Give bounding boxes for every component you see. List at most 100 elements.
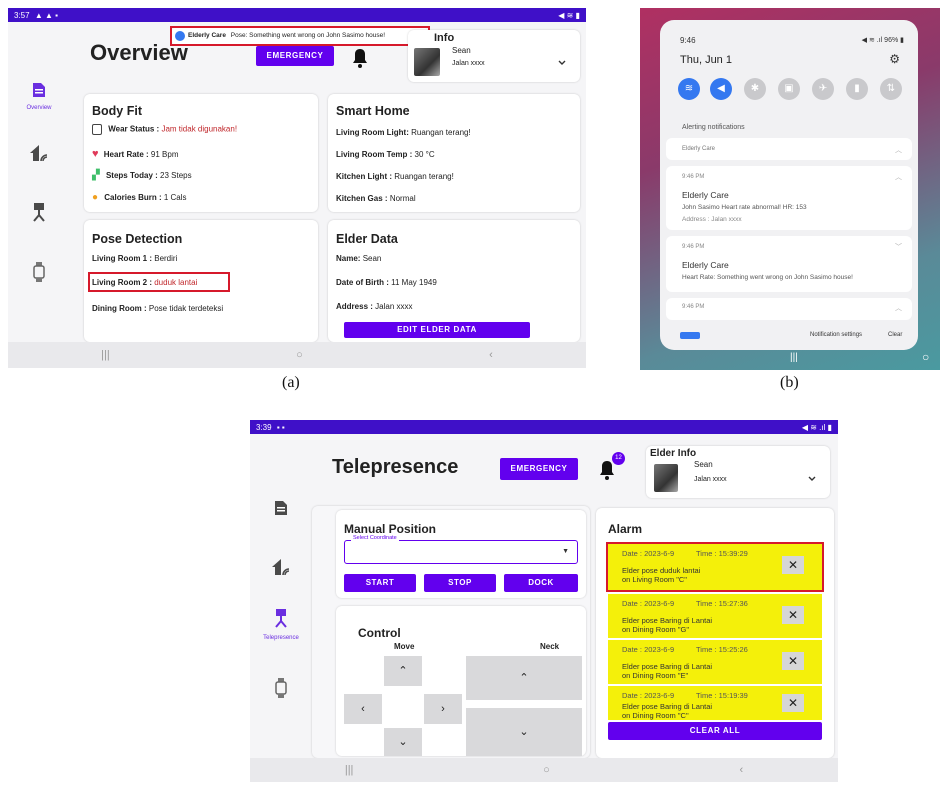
notification-item[interactable]: 9:46 PM ︿ bbox=[666, 298, 912, 320]
heart-rate-row: ♥ Heart Rate : 91 Bpm bbox=[92, 148, 178, 160]
chevron-up-icon[interactable]: ︿ bbox=[895, 145, 902, 155]
status-bar: 3:39 ▪ ▪ ◀ ≋ .ıl ▮ bbox=[250, 420, 838, 434]
chevron-up-icon[interactable]: ︿ bbox=[895, 172, 902, 182]
data-transfer-icon[interactable]: ⇅ bbox=[880, 78, 902, 100]
sound-mute-icon[interactable]: ◀ bbox=[710, 78, 732, 100]
lr-temp-label: Living Room Temp : bbox=[336, 150, 413, 159]
home-wifi-icon bbox=[30, 145, 48, 162]
elder-name: Sean bbox=[452, 46, 471, 55]
nav-item-overview[interactable]: Overview bbox=[8, 82, 70, 111]
lr-light-row: Living Room Light: Ruangan terang! bbox=[336, 128, 471, 137]
airplane-icon[interactable]: ✈ bbox=[812, 78, 834, 100]
recents-button[interactable]: ||| bbox=[101, 349, 110, 361]
nav-item-telepresence[interactable]: Telepresence bbox=[250, 608, 312, 641]
document-icon bbox=[33, 83, 45, 97]
notification-body: Heart Rate: Something went wrong on John… bbox=[682, 274, 853, 281]
chevron-down-icon[interactable]: ﹀ bbox=[895, 242, 902, 252]
battery-saver-icon[interactable]: ▮ bbox=[846, 78, 868, 100]
notification-count-badge: 12 bbox=[612, 452, 625, 465]
elder-info-card[interactable]: Info Sean Jalan xxxx bbox=[408, 30, 580, 82]
alarm-message: Elder pose Baring di Lantai on Dining Roo… bbox=[622, 616, 712, 634]
chevron-down-icon[interactable] bbox=[558, 60, 566, 66]
nav-item-telepresence[interactable] bbox=[8, 202, 70, 227]
neck-down-button[interactable]: ⌄ bbox=[466, 708, 582, 756]
nav-label-telepresence: Telepresence bbox=[263, 635, 299, 641]
move-label: Move bbox=[394, 642, 415, 651]
alarm-date: Date : 2023-6-9 bbox=[622, 599, 675, 608]
neck-label: Neck bbox=[540, 642, 560, 651]
smart-home-title: Smart Home bbox=[336, 104, 410, 118]
steps-value: 23 Steps bbox=[160, 171, 192, 180]
chevron-up-icon[interactable]: ︿ bbox=[895, 303, 902, 313]
notification-item[interactable]: 9:46 PM ﹀ Elderly Care Heart Rate: Somet… bbox=[666, 236, 912, 292]
move-up-button[interactable]: ⌃ bbox=[384, 656, 422, 686]
emergency-button[interactable]: EMERGENCY bbox=[256, 46, 334, 66]
nav-item-smart-home[interactable] bbox=[8, 144, 70, 167]
control-title: Control bbox=[358, 626, 401, 640]
recents-button[interactable]: ||| bbox=[790, 352, 798, 363]
bluetooth-icon[interactable]: ✱ bbox=[744, 78, 766, 100]
elder-info-card[interactable]: Elder Info Sean Jalan xxxx bbox=[646, 446, 830, 498]
dock-button[interactable]: DOCK bbox=[504, 574, 578, 592]
back-button[interactable]: ‹ bbox=[489, 349, 493, 361]
elder-address: Jalan xxxx bbox=[452, 60, 485, 67]
steps-label: Steps Today : bbox=[105, 171, 158, 180]
alarm-message-line2: on Dining Room "E" bbox=[622, 671, 689, 680]
nav-item-overview[interactable] bbox=[250, 500, 312, 521]
settings-icon[interactable]: ⚙ bbox=[889, 52, 900, 66]
nav-rail: Overview bbox=[8, 22, 70, 342]
dismiss-alarm-button[interactable]: ✕ bbox=[782, 606, 804, 624]
clear-all-button[interactable]: CLEAR ALL bbox=[608, 722, 822, 740]
body-fit-title: Body Fit bbox=[92, 104, 142, 118]
nav-item-smartwatch[interactable] bbox=[8, 262, 70, 287]
living-room-1-label: Living Room 1 : bbox=[92, 254, 152, 263]
move-right-button[interactable]: › bbox=[424, 694, 462, 724]
home-button[interactable]: ○ bbox=[543, 764, 550, 776]
move-down-button[interactable]: ⌄ bbox=[384, 728, 422, 756]
home-button[interactable]: ○ bbox=[922, 350, 929, 364]
nav-label-overview: Overview bbox=[26, 105, 52, 111]
elder-data-title: Elder Data bbox=[336, 232, 398, 246]
clear-button[interactable]: Clear bbox=[888, 332, 902, 338]
home-button[interactable]: ○ bbox=[296, 349, 303, 361]
notification-shade: 9:46 ◀ ≋ .ıl 96% ▮ Thu, Jun 1 ⚙ ≋ ◀ ✱ ▣ … bbox=[660, 20, 918, 350]
elder-info-title: Elder Info bbox=[650, 448, 697, 459]
wifi-icon[interactable]: ≋ bbox=[678, 78, 700, 100]
nav-item-smart-home[interactable] bbox=[250, 558, 312, 581]
wear-status-row: Wear Status : Jam tidak digunakan! bbox=[92, 124, 237, 135]
notification-settings-link[interactable]: Notification settings bbox=[810, 332, 862, 338]
kitchen-light-row: Kitchen Light : Ruangan terang! bbox=[336, 172, 454, 181]
address-value: Jalan xxxx bbox=[375, 302, 413, 311]
nav-item-smartwatch[interactable] bbox=[250, 678, 312, 703]
rotate-icon[interactable]: ▣ bbox=[778, 78, 800, 100]
dismiss-alarm-button[interactable]: ✕ bbox=[782, 694, 804, 712]
robot-icon bbox=[33, 203, 45, 222]
watch-icon bbox=[92, 124, 102, 135]
pose-detection-title: Pose Detection bbox=[92, 232, 183, 246]
system-nav-bar: ||| ○ ‹ bbox=[250, 758, 838, 782]
select-coordinate-dropdown[interactable]: Select Coordinate ▼ bbox=[344, 535, 578, 564]
kitchen-gas-label: Kitchen Gas : bbox=[336, 194, 388, 203]
alerting-header: Alerting notifications bbox=[682, 124, 745, 131]
manual-position-card: Manual Position Select Coordinate ▼ STAR… bbox=[336, 510, 586, 598]
footsteps-icon: ▞ bbox=[92, 170, 100, 181]
watch-icon bbox=[33, 262, 45, 282]
bell-icon[interactable] bbox=[352, 48, 368, 68]
alarm-message-line2: on Dining Room "G" bbox=[622, 625, 690, 634]
notification-item[interactable]: 9:46 PM ︿ Elderly Care John Sasimo Heart… bbox=[666, 166, 912, 230]
start-button[interactable]: START bbox=[344, 574, 416, 592]
calories-value: 1 Cals bbox=[163, 193, 187, 202]
move-left-button[interactable]: ‹ bbox=[344, 694, 382, 724]
edit-elder-data-button[interactable]: EDIT ELDER DATA bbox=[344, 322, 530, 338]
emergency-button[interactable]: EMERGENCY bbox=[500, 458, 578, 480]
back-button[interactable]: ‹ bbox=[739, 764, 743, 776]
notification-title: Elderly Care bbox=[682, 260, 729, 270]
chevron-down-icon[interactable] bbox=[808, 476, 816, 482]
notification-group-header[interactable]: Elderly Care ︿ bbox=[666, 138, 912, 160]
system-nav-bar: ||| ○ ‹ bbox=[8, 342, 586, 368]
neck-up-button[interactable]: ⌃ bbox=[466, 656, 582, 700]
recents-button[interactable]: ||| bbox=[345, 764, 354, 776]
notification-title: Elderly Care bbox=[682, 190, 729, 200]
stop-button[interactable]: STOP bbox=[424, 574, 496, 592]
dismiss-alarm-button[interactable]: ✕ bbox=[782, 652, 804, 670]
